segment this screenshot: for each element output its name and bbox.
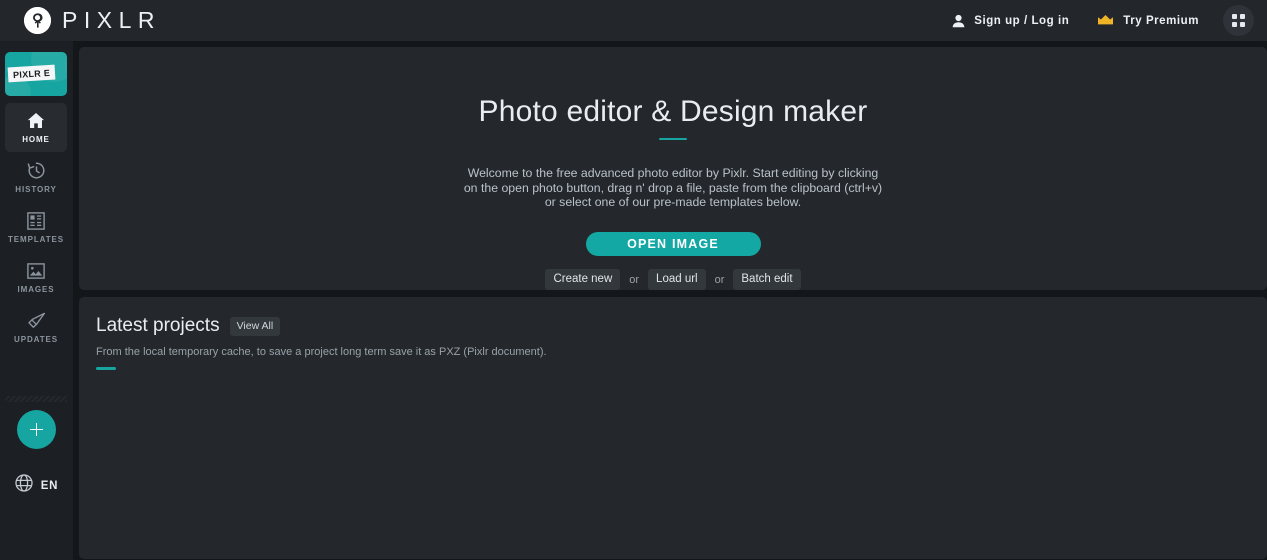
image-picture-icon [27,261,45,280]
batch-edit-button[interactable]: Batch edit [733,269,801,290]
sidebar-item-history[interactable]: HISTORY [5,153,67,202]
projects-list [96,384,1267,504]
sidebar-item-images[interactable]: IMAGES [5,253,67,302]
pixlr-e-tile[interactable]: PIXLR E [5,52,67,96]
projects-header: Latest projects View All [96,315,1267,337]
pixlr-e-tile-label: PIXLR E [7,64,56,83]
hero-description: Welcome to the free advanced photo edito… [463,166,883,210]
page-title: Photo editor & Design maker [478,95,868,128]
apps-grid-button[interactable] [1223,5,1254,36]
open-image-button[interactable]: OPEN IMAGE [585,232,761,256]
user-icon [952,14,965,28]
sidebar-nav: HOME HISTORY TEMPLATES IMAGES UPDATES [5,103,67,353]
top-bar: PIXLR Sign up / Log in Try Premium [0,0,1267,41]
add-new-button[interactable] [17,410,56,449]
alternate-actions-row: Create new or Load url or Batch edit [545,269,801,290]
grid-apps-icon [1232,14,1245,27]
separator-label: or [629,273,640,286]
projects-subtitle: From the local temporary cache, to save … [96,346,547,358]
brand-logo[interactable]: PIXLR [24,7,161,34]
projects-accent-rule [96,367,116,370]
title-accent-rule [659,138,687,141]
latest-projects-panel: Latest projects View All From the local … [79,297,1267,559]
language-code: EN [40,479,59,492]
globe-icon [15,474,33,497]
load-url-button[interactable]: Load url [648,269,706,290]
sidebar-divider [5,396,67,402]
try-premium-button[interactable]: Try Premium [1083,8,1213,33]
main-content: Photo editor & Design maker Welcome to t… [73,41,1267,560]
language-selector[interactable]: EN [0,474,73,497]
sidebar-item-label: TEMPLATES [8,235,64,244]
home-icon [27,111,45,130]
sidebar-item-label: HISTORY [15,185,57,194]
megaphone-icon [27,311,46,330]
sidebar-item-home[interactable]: HOME [5,103,67,152]
top-bar-actions: Sign up / Log in Try Premium [938,5,1254,36]
separator-label: or [714,273,725,286]
history-clock-icon [27,161,46,180]
sidebar-item-updates[interactable]: UPDATES [5,303,67,352]
try-premium-label: Try Premium [1123,14,1199,27]
crown-icon [1097,14,1114,27]
sidebar: PIXLR E HOME HISTORY TEMPLATES IMAGES UP… [0,41,73,560]
create-new-button[interactable]: Create new [545,269,621,290]
projects-title: Latest projects [96,315,220,336]
brand-name: PIXLR [62,7,161,33]
view-all-button[interactable]: View All [229,316,281,336]
sidebar-item-label: UPDATES [14,335,58,344]
signup-login-label: Sign up / Log in [974,14,1070,27]
sidebar-item-templates[interactable]: TEMPLATES [5,203,67,252]
pixlr-logo-icon [24,7,51,34]
sidebar-item-label: IMAGES [17,285,55,294]
signup-login-button[interactable]: Sign up / Log in [938,8,1083,34]
sidebar-item-label: HOME [22,135,50,144]
templates-layout-icon [27,211,45,230]
hero-panel: Photo editor & Design maker Welcome to t… [79,47,1267,290]
